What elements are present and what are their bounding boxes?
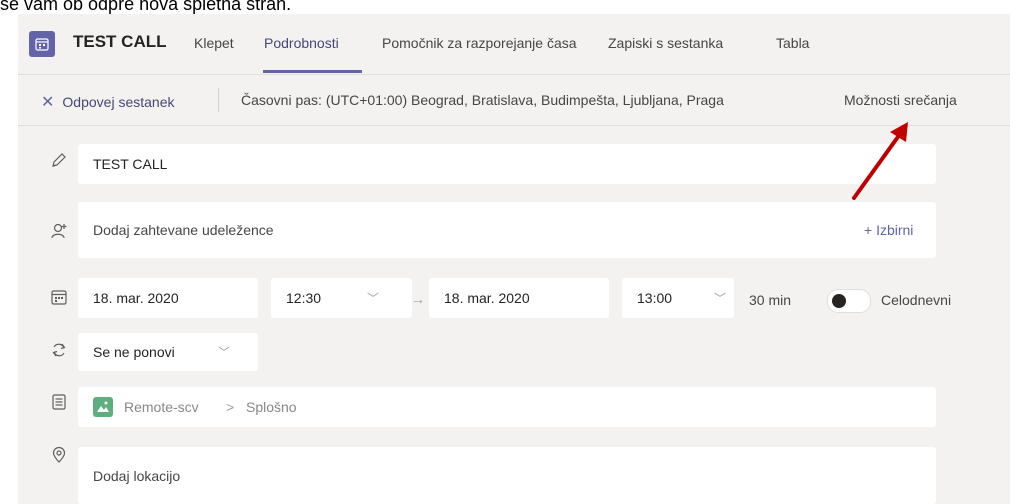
repeat-select[interactable]: Se ne ponovi ﹀	[78, 333, 258, 371]
chevron-down-icon: ﹀	[714, 291, 727, 306]
channel-name: Splošno	[246, 399, 297, 415]
tab-tabla[interactable]: Tabla	[776, 35, 809, 51]
optional-attendees-button[interactable]: + Izbirni	[864, 222, 913, 238]
all-day-label: Celodnevni	[881, 292, 952, 308]
chevron-right-icon: >	[226, 399, 235, 415]
add-person-icon	[51, 223, 67, 239]
timezone-selector[interactable]: Časovni pas: (UTC+01:00) Beograd, Bratis…	[241, 92, 724, 108]
command-bar: ✕ Odpovej sestanek Časovni pas: (UTC+01:…	[18, 75, 1010, 126]
active-tab-indicator	[263, 70, 362, 73]
end-date-picker[interactable]: 18. mar. 2020	[429, 278, 609, 318]
location-input[interactable]: Dodaj lokacijo	[78, 447, 936, 504]
repeat-icon	[52, 343, 66, 357]
chevron-down-icon: ﹀	[218, 345, 231, 360]
close-icon: ✕	[41, 94, 55, 111]
location-icon	[52, 446, 66, 463]
toggle-knob	[832, 294, 846, 308]
end-time-value: 13:00	[637, 290, 673, 306]
start-time-value: 12:30	[286, 290, 322, 306]
meeting-title: TEST CALL	[73, 32, 167, 51]
tab-zapiski[interactable]: Zapiski s sestanka	[608, 35, 723, 51]
cancel-meeting-label: Odpovej sestanek	[62, 94, 175, 110]
start-time-select[interactable]: 12:30 ﹀	[271, 278, 412, 318]
meeting-header: TEST CALL Klepet Podrobnosti Pomočnik za…	[18, 14, 1010, 75]
arrow-right-icon: →	[411, 291, 425, 307]
start-date-value: 18. mar. 2020	[93, 290, 179, 306]
tab-podrobnosti[interactable]: Podrobnosti	[264, 35, 339, 51]
teams-meeting-window: TEST CALL Klepet Podrobnosti Pomočnik za…	[18, 14, 1010, 504]
end-date-value: 18. mar. 2020	[444, 290, 530, 306]
team-name: Remote-scv	[124, 399, 199, 415]
calendar-icon	[51, 290, 67, 305]
all-day-toggle[interactable]	[827, 289, 871, 313]
team-avatar-icon	[93, 397, 113, 417]
attendees-placeholder: Dodaj zahtevane udeležence	[93, 222, 274, 238]
duration-label: 30 min	[749, 292, 792, 308]
divider	[218, 88, 219, 112]
location-placeholder: Dodaj lokacijo	[93, 467, 181, 484]
tab-pomocnik[interactable]: Pomočnik za razporejanje časa	[382, 35, 577, 51]
title-input[interactable]: TEST CALL	[78, 144, 936, 184]
chevron-down-icon: ﹀	[367, 291, 380, 306]
start-date-picker[interactable]: 18. mar. 2020	[78, 278, 258, 318]
meeting-options-link[interactable]: Možnosti srečanja	[844, 92, 957, 108]
tab-klepet[interactable]: Klepet	[194, 35, 234, 51]
title-value: TEST CALL	[93, 156, 168, 172]
channel-icon	[52, 394, 66, 410]
pencil-icon	[52, 153, 66, 167]
cancel-meeting-button[interactable]: ✕ Odpovej sestanek	[41, 92, 174, 112]
attendees-input[interactable]: Dodaj zahtevane udeležence + Izbirni	[78, 202, 936, 258]
channel-select[interactable]: Remote-scv > Splošno	[78, 387, 936, 427]
calendar-icon	[29, 31, 55, 57]
end-time-select[interactable]: 13:00 ﹀	[622, 278, 734, 318]
repeat-value: Se ne ponovi	[93, 344, 175, 360]
